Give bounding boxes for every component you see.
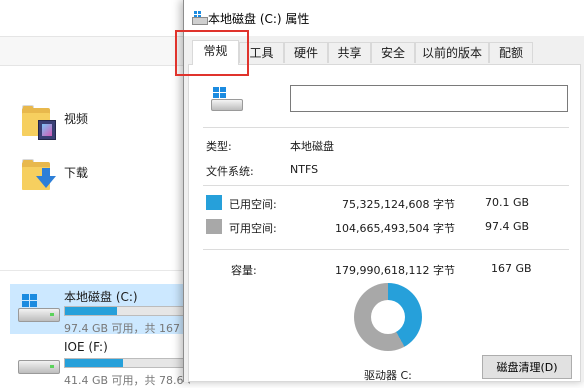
used-space-bytes: 75,325,124,608 字节 [342, 198, 455, 211]
free-space-label: 可用空间: [229, 222, 277, 235]
drive-f-icon [16, 346, 60, 374]
highlight-annotation-box [175, 30, 249, 76]
drive-f-info: 41.4 GB 可用，共 78.6 GB [64, 374, 190, 387]
drive-title-icon [192, 11, 208, 25]
tab-hardware[interactable]: 硬件 [284, 42, 328, 63]
drive-item-c[interactable]: 本地磁盘 (C:) 97.4 GB 可用，共 167 GB [10, 284, 190, 335]
folder-label-downloads[interactable]: 下载 [64, 164, 88, 181]
type-label: 类型: [206, 140, 232, 153]
downloads-folder-icon[interactable] [20, 158, 56, 194]
folder-label-videos[interactable]: 视频 [64, 110, 88, 127]
used-space-gb: 70.1 GB [485, 196, 530, 209]
separator [203, 185, 569, 186]
drive-large-icon [209, 87, 243, 113]
drive-name-input[interactable] [290, 85, 568, 112]
capacity-bytes: 179,990,618,112 字节 [335, 264, 455, 277]
video-folder-icon[interactable] [20, 104, 56, 140]
filesystem-value: NTFS [290, 163, 319, 176]
drive-c-name: 本地磁盘 (C:) [64, 290, 138, 304]
drive-item-f[interactable]: IOE (F:) 41.4 GB 可用，共 78.6 GB [10, 336, 190, 387]
capacity-label: 容量: [231, 264, 257, 277]
tab-previous-versions[interactable]: 以前的版本 [415, 42, 489, 63]
drive-f-name: IOE (F:) [64, 340, 108, 354]
free-space-gb: 97.4 GB [485, 220, 530, 233]
free-space-bytes: 104,665,493,504 字节 [335, 222, 455, 235]
separator [203, 249, 569, 250]
type-value: 本地磁盘 [290, 140, 334, 153]
drive-letter-label: 驱动器 C: [364, 369, 412, 382]
separator [203, 127, 569, 128]
general-panel: 类型: 本地磁盘 文件系统: NTFS 已用空间: 75,325,124,608… [188, 64, 581, 382]
drive-c-info: 97.4 GB 可用，共 167 GB [64, 322, 190, 335]
tab-quota[interactable]: 配额 [489, 42, 533, 63]
used-space-swatch [206, 195, 222, 210]
used-space-label: 已用空间: [229, 198, 277, 211]
section-divider [0, 270, 190, 271]
tab-security[interactable]: 安全 [371, 42, 415, 63]
explorer-header [0, 0, 190, 37]
drive-c-icon [16, 294, 60, 322]
free-space-swatch [206, 219, 222, 234]
filesystem-label: 文件系统: [206, 165, 254, 178]
capacity-gb: 167 GB [491, 262, 532, 275]
tab-sharing[interactable]: 共享 [328, 42, 371, 63]
disk-cleanup-button[interactable]: 磁盘清理(D) [482, 355, 572, 379]
drive-c-usage-bar [64, 306, 190, 316]
dialog-title: 本地磁盘 (C:) 属性 [208, 12, 310, 26]
disk-usage-donut-chart [354, 283, 422, 351]
drive-f-usage-bar [64, 358, 190, 368]
explorer-toolbar-strip [0, 37, 190, 66]
